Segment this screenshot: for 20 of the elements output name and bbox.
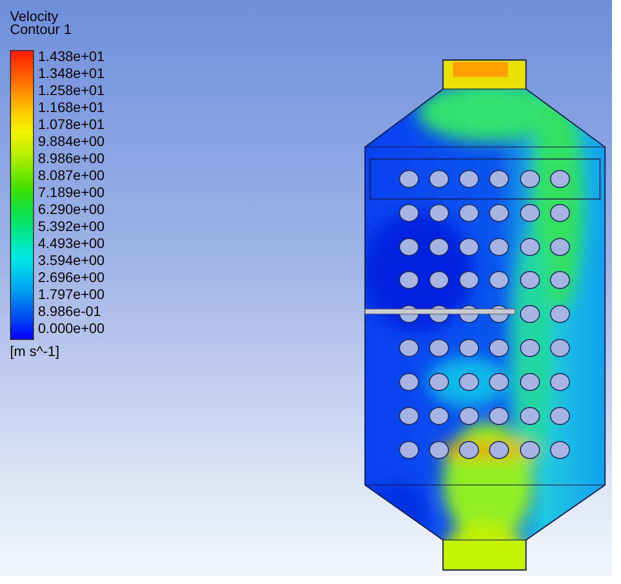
legend-label: 8.087e+00	[38, 167, 105, 184]
legend-label: 7.189e+00	[38, 184, 105, 201]
legend-label: 5.392e+00	[38, 218, 105, 235]
legend-label: 1.258e+01	[38, 82, 105, 99]
legend-label: 8.986e-01	[38, 303, 102, 320]
legend-label: 6.290e+00	[38, 201, 105, 218]
legend-label: 2.696e+00	[38, 269, 105, 286]
legend-label: 1.438e+01	[38, 48, 105, 65]
legend-label: 0.000e+00	[38, 320, 105, 337]
plot-subtitle: Contour 1	[10, 23, 72, 36]
legend-label: 4.493e+00	[38, 235, 105, 252]
unit-label: [m s^-1]	[10, 343, 60, 359]
legend-label: 1.078e+01	[38, 116, 105, 133]
legend-label: 1.797e+00	[38, 286, 105, 303]
legend-label: 1.168e+01	[38, 99, 105, 116]
legend-label: 3.594e+00	[38, 252, 105, 269]
legend-label: 1.348e+01	[38, 65, 105, 82]
legend-label: 9.884e+00	[38, 133, 105, 150]
legend-label: 8.986e+00	[38, 150, 105, 167]
plot-title: Velocity	[10, 10, 60, 23]
